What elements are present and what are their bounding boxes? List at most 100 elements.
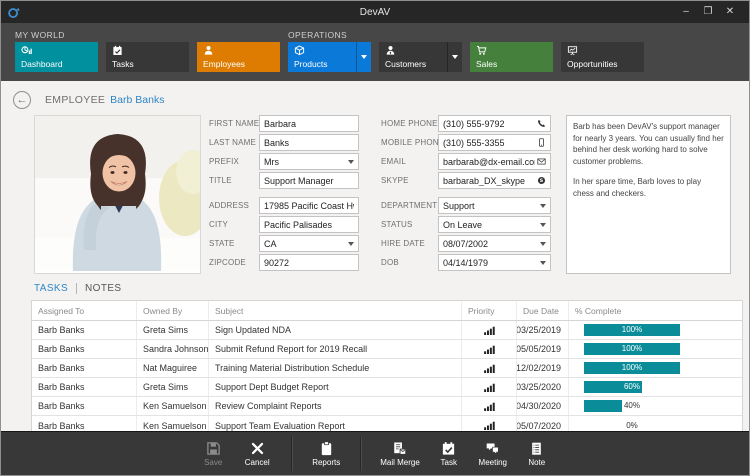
tile-tasks[interactable]: Tasks bbox=[106, 42, 189, 72]
column-header-priority[interactable]: Priority bbox=[462, 301, 517, 320]
table-row[interactable]: Barb BanksNat MaguireeTraining Material … bbox=[32, 359, 742, 378]
tile-group-caption: OPERATIONS bbox=[288, 28, 644, 42]
tile-sales[interactable]: Sales bbox=[470, 42, 553, 72]
tile-dashboard[interactable]: Dashboard bbox=[15, 42, 98, 72]
customers-icon bbox=[385, 45, 447, 56]
field-zipcode[interactable]: 90272 bbox=[259, 254, 359, 271]
toolbar-button-label: Mail Merge bbox=[380, 458, 420, 467]
form-row: CITYPacific Palisades bbox=[209, 216, 359, 233]
field-first-name[interactable]: Barbara bbox=[259, 115, 359, 132]
mail-merge-button[interactable]: Mail Merge bbox=[373, 441, 427, 467]
field-title[interactable]: Support Manager bbox=[259, 172, 359, 189]
field-prefix[interactable]: Mrs bbox=[259, 153, 359, 170]
progress-bar: 100% bbox=[584, 362, 680, 374]
field-address[interactable]: 17985 Pacific Coast Hwy bbox=[259, 197, 359, 214]
tile-dropdown-arrow[interactable] bbox=[356, 42, 371, 72]
tile-opportunities[interactable]: Opportunities bbox=[561, 42, 644, 72]
meeting-icon bbox=[485, 441, 500, 456]
back-button[interactable]: ← bbox=[13, 91, 31, 109]
notes-paragraph: Barb has been DevAV's support manager fo… bbox=[573, 121, 724, 167]
field-dob[interactable]: 04/14/1979 bbox=[438, 254, 551, 271]
meeting-button[interactable]: Meeting bbox=[471, 441, 515, 467]
toolbar-separator bbox=[360, 437, 361, 471]
tasks-table: Assigned ToOwned BySubjectPriorityDue Da… bbox=[31, 300, 743, 431]
field-value: 08/07/2002 bbox=[443, 239, 540, 249]
field-last-name[interactable]: Banks bbox=[259, 134, 359, 151]
task-button[interactable]: Task bbox=[427, 441, 471, 467]
tab-notes[interactable]: NOTES bbox=[85, 283, 121, 294]
column-header-due-date[interactable]: Due Date bbox=[517, 301, 569, 320]
cell-priority bbox=[462, 378, 517, 396]
field-hire-date[interactable]: 08/07/2002 bbox=[438, 235, 551, 252]
field-email[interactable]: barbarab@dx-email.com bbox=[438, 153, 551, 170]
content-area: ← EMPLOYEE Barb Banks bbox=[1, 81, 749, 431]
table-row[interactable]: Barb BanksGreta SimsSign Updated NDA03/2… bbox=[32, 321, 742, 340]
field-mobile-phone[interactable]: (310) 555-3355 bbox=[438, 134, 551, 151]
cell-assigned-to: Barb Banks bbox=[32, 340, 137, 358]
employee-photo bbox=[34, 115, 201, 274]
cell-due-date: 12/02/2019 bbox=[517, 359, 569, 377]
form-row: DOB04/14/1979 bbox=[381, 254, 551, 271]
field-label: ZIPCODE bbox=[209, 258, 259, 267]
cancel-icon bbox=[250, 441, 265, 456]
cell-priority bbox=[462, 359, 517, 377]
bottom-toolbar: Save Cancel Reports Mail Merge Task MeetingNo… bbox=[1, 431, 749, 475]
form-row: DEPARTMENTSupport bbox=[381, 197, 551, 214]
maximize-button[interactable]: ❐ bbox=[697, 1, 719, 23]
titlebar: DevAV –❐✕ bbox=[1, 1, 749, 23]
table-row[interactable]: Barb BanksKen SamuelsonSupport Team Eval… bbox=[32, 416, 742, 431]
cancel-button[interactable]: Cancel bbox=[235, 441, 279, 467]
cell-owned-by: Ken Samuelson bbox=[137, 397, 209, 415]
table-row[interactable]: Barb BanksSandra JohnsonSubmit Refund Re… bbox=[32, 340, 742, 359]
tab-tasks[interactable]: TASKS bbox=[34, 283, 68, 294]
cell-priority bbox=[462, 416, 517, 431]
progress-bar: 60% bbox=[584, 381, 680, 393]
field-state[interactable]: CA bbox=[259, 235, 359, 252]
priority-normal-icon bbox=[484, 345, 495, 354]
form-row: ZIPCODE90272 bbox=[209, 254, 359, 271]
notes-panel[interactable]: Barb has been DevAV's support manager fo… bbox=[566, 115, 731, 274]
save-button[interactable]: Save bbox=[191, 441, 235, 467]
column-header-complete[interactable]: % Complete bbox=[569, 301, 742, 320]
tile-band: MY WORLDDashboard Tasks Employees OPERATION… bbox=[1, 23, 749, 81]
toolbar-button-label: Task bbox=[441, 458, 457, 467]
dropdown-caret-icon bbox=[348, 160, 354, 164]
field-label: ADDRESS bbox=[209, 201, 259, 210]
table-row[interactable]: Barb BanksGreta SimsSupport Dept Budget … bbox=[32, 378, 742, 397]
field-home-phone[interactable]: (310) 555-9792 bbox=[438, 115, 551, 132]
tile-group-my-world: MY WORLDDashboard Tasks Employees bbox=[15, 28, 280, 81]
field-label: HIRE DATE bbox=[381, 239, 438, 248]
minimize-button[interactable]: – bbox=[675, 1, 697, 23]
dropdown-caret-icon bbox=[361, 55, 367, 59]
tile-dropdown-arrow[interactable] bbox=[447, 42, 462, 72]
reports-button[interactable]: Reports bbox=[304, 441, 348, 467]
tile-products[interactable]: Products bbox=[288, 42, 371, 72]
cell-subject: Support Team Evaluation Report bbox=[209, 416, 462, 431]
tile-group-caption: MY WORLD bbox=[15, 28, 280, 42]
toolbar-separator bbox=[291, 437, 292, 471]
cell-assigned-to: Barb Banks bbox=[32, 321, 137, 339]
tile-label: Tasks bbox=[112, 59, 189, 69]
field-label: SKYPE bbox=[381, 176, 438, 185]
tile-customers[interactable]: Customers bbox=[379, 42, 462, 72]
field-city[interactable]: Pacific Palisades bbox=[259, 216, 359, 233]
tile-employees[interactable]: Employees bbox=[197, 42, 280, 72]
table-row[interactable]: Barb BanksKen SamuelsonReview Complaint … bbox=[32, 397, 742, 416]
app-window: DevAV –❐✕ MY WORLDDashboard Tasks Employee… bbox=[0, 0, 750, 476]
toolbar-button-label: Save bbox=[204, 458, 222, 467]
close-button[interactable]: ✕ bbox=[719, 1, 741, 23]
cell-percent-complete: 100% bbox=[569, 359, 742, 377]
dropdown-caret-icon bbox=[540, 204, 546, 208]
progress-label: 100% bbox=[584, 343, 680, 355]
cell-percent-complete: 100% bbox=[569, 340, 742, 358]
field-status[interactable]: On Leave bbox=[438, 216, 551, 233]
note-button[interactable]: Note bbox=[515, 441, 559, 467]
field-label: CITY bbox=[209, 220, 259, 229]
dropdown-caret-icon bbox=[540, 261, 546, 265]
field-skype[interactable]: barbarab_DX_skypeS bbox=[438, 172, 551, 189]
field-department[interactable]: Support bbox=[438, 197, 551, 214]
field-value: (310) 555-3355 bbox=[443, 138, 535, 148]
column-header-assigned-to[interactable]: Assigned To bbox=[32, 301, 137, 320]
column-header-owned-by[interactable]: Owned By bbox=[137, 301, 209, 320]
column-header-subject[interactable]: Subject bbox=[209, 301, 462, 320]
